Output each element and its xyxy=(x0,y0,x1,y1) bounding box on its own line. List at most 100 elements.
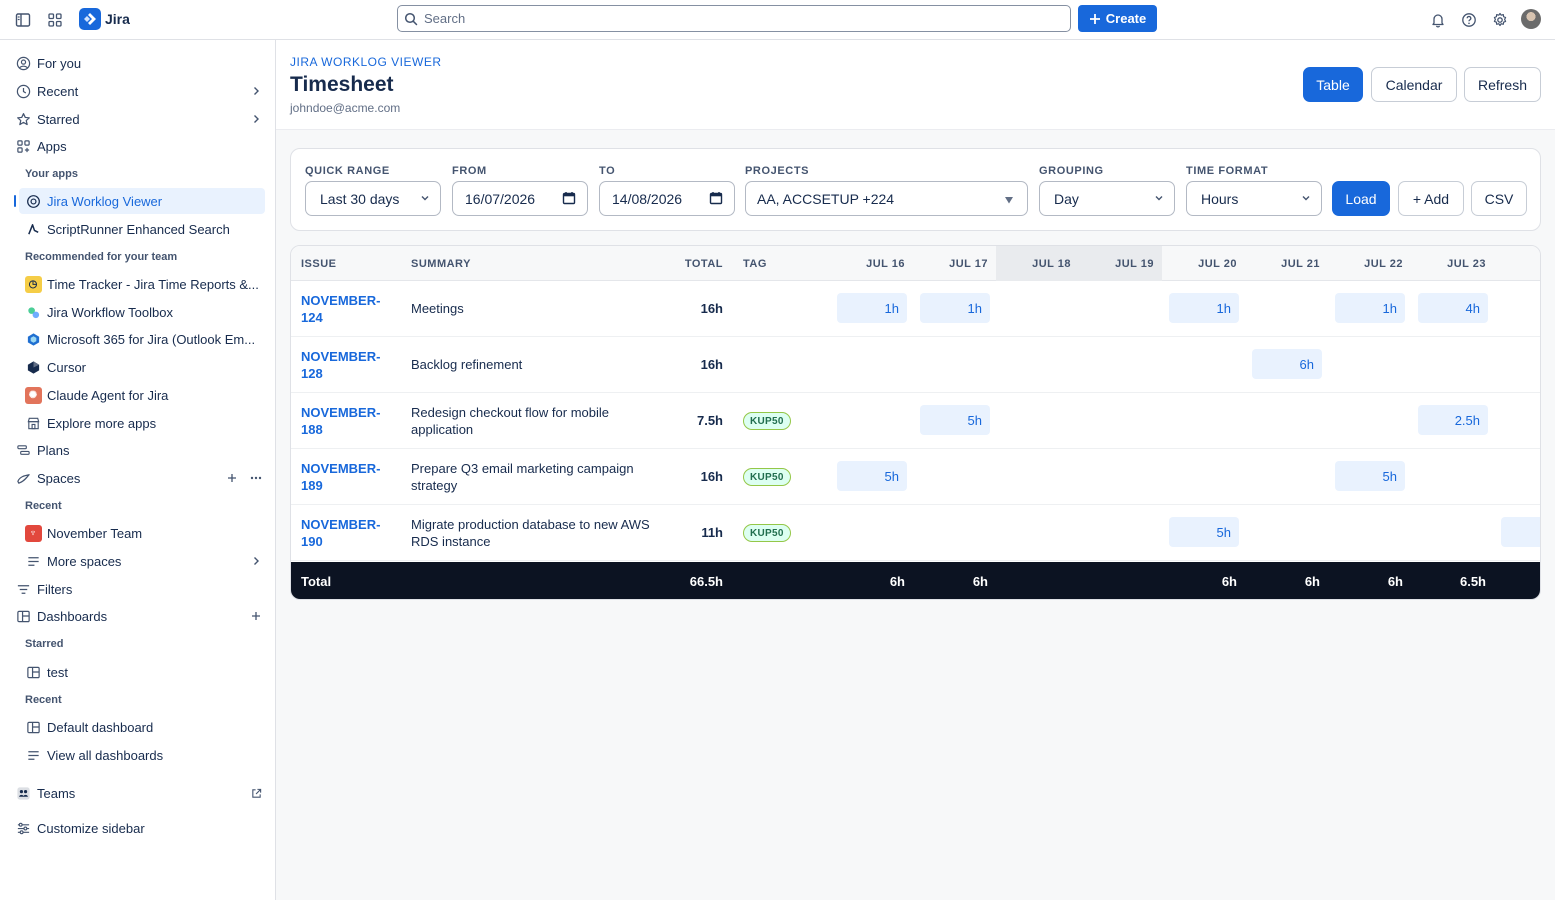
search-box[interactable] xyxy=(397,5,1071,32)
sidebar-item-label: Claude Agent for Jira xyxy=(47,387,169,403)
issue-key-link[interactable]: NOVEMBER- 189 xyxy=(301,460,391,494)
sidebar-item-jira-worklog-viewer[interactable]: Jira Worklog Viewer xyxy=(14,188,265,214)
help-icon[interactable] xyxy=(1458,9,1480,31)
load-button[interactable]: Load xyxy=(1332,181,1390,216)
grouping-select[interactable]: Day xyxy=(1039,181,1175,216)
sidebar-item-microsoft-365[interactable]: Microsoft 365 for Jira (Outlook Em... xyxy=(24,326,265,352)
sidebar-toggle-icon[interactable] xyxy=(12,9,34,31)
chevron-right-icon[interactable] xyxy=(247,552,265,570)
table-row[interactable]: NOVEMBER- 189 Prepare Q3 email marketing c… xyxy=(291,449,1540,505)
app-switcher-icon[interactable] xyxy=(44,9,66,31)
issue-key-link[interactable]: NOVEMBER- 190 xyxy=(301,516,391,550)
worklog-cell[interactable]: 5h xyxy=(920,405,990,435)
add-dashboard-icon[interactable] xyxy=(247,607,265,625)
create-button[interactable]: Create xyxy=(1078,5,1157,32)
cursor-icon xyxy=(24,358,42,376)
issue-total: 11h xyxy=(701,525,723,540)
col-header-day[interactable]: JUL 21 xyxy=(1252,258,1320,270)
sidebar-item-plans[interactable]: Plans xyxy=(14,437,265,463)
worklog-cell[interactable]: 1h xyxy=(1335,293,1405,323)
worklog-cell[interactable]: 2.5h xyxy=(1418,405,1488,435)
user-avatar[interactable] xyxy=(1521,9,1541,29)
worklog-cell[interactable]: 4h xyxy=(1418,293,1488,323)
col-header-total[interactable]: TOTAL xyxy=(651,258,723,270)
col-header-day[interactable]: JUL 22 xyxy=(1335,258,1403,270)
settings-gear-icon[interactable] xyxy=(1489,9,1511,31)
footer-day-total: 6h xyxy=(1221,574,1237,589)
worklog-cell[interactable]: 1h xyxy=(1169,293,1239,323)
col-header-summary[interactable]: SUMMARY xyxy=(411,258,471,270)
add-worklog-button[interactable]: + Add xyxy=(1398,181,1464,216)
projects-select[interactable]: AA, ACCSETUP +224 xyxy=(745,181,1028,216)
calendar-icon[interactable] xyxy=(562,191,576,205)
sidebar-item-spaces[interactable]: Spaces xyxy=(14,465,265,491)
projects-value: AA, ACCSETUP +224 xyxy=(757,190,895,207)
external-link-icon[interactable] xyxy=(247,784,265,802)
sidebar-item-customize[interactable]: Customize sidebar xyxy=(14,815,265,841)
col-header-day[interactable]: JUL 23 xyxy=(1418,258,1486,270)
col-header-day[interactable]: JUL 19 xyxy=(1086,258,1154,270)
worklog-cell-partial[interactable] xyxy=(1501,517,1540,547)
chevron-right-icon[interactable] xyxy=(247,82,265,100)
time-format-select[interactable]: Hours xyxy=(1186,181,1322,216)
table-row[interactable]: NOVEMBER- 124 Meetings 16h 1h 1h 1h 1h 4h xyxy=(291,281,1540,337)
issue-key-link[interactable]: NOVEMBER- 188 xyxy=(301,404,391,438)
worklog-cell[interactable]: 5h xyxy=(1335,461,1405,491)
quick-range-select[interactable]: Last 30 days xyxy=(305,181,441,216)
col-header-issue[interactable]: ISSUE xyxy=(301,258,337,270)
csv-export-button[interactable]: CSV xyxy=(1471,181,1527,216)
worklog-cell[interactable]: 1h xyxy=(837,293,907,323)
issue-key-link[interactable]: NOVEMBER- 124 xyxy=(301,292,391,326)
worklog-cell[interactable]: 5h xyxy=(1169,517,1239,547)
more-options-icon[interactable] xyxy=(247,469,265,487)
caret-down-icon xyxy=(1003,193,1017,207)
sidebar-item-teams[interactable]: Teams xyxy=(14,780,265,806)
sidebar-item-november-team[interactable]: ♆ November Team xyxy=(24,520,265,546)
sidebar-item-dashboards[interactable]: Dashboards xyxy=(14,603,265,629)
chevron-right-icon[interactable] xyxy=(247,110,265,128)
recommended-heading: Recommended for your team xyxy=(25,251,178,263)
worklog-cell[interactable]: 5h xyxy=(837,461,907,491)
col-header-day[interactable]: JUL 17 xyxy=(920,258,988,270)
sidebar-item-for-you[interactable]: For you xyxy=(14,50,265,76)
sidebar-item-dashboard-test[interactable]: test xyxy=(24,659,265,685)
jira-logo-icon[interactable] xyxy=(79,8,101,30)
table-row[interactable]: NOVEMBER- 188 Redesign checkout flow for m… xyxy=(291,393,1540,449)
sidebar-item-scriptrunner[interactable]: ScriptRunner Enhanced Search xyxy=(24,216,265,242)
sidebar-item-apps[interactable]: Apps xyxy=(14,133,265,159)
calendar-icon[interactable] xyxy=(709,191,723,205)
sidebar-item-explore-apps[interactable]: Explore more apps xyxy=(24,410,265,436)
issue-total: 16h xyxy=(700,469,723,484)
table-view-button[interactable]: Table xyxy=(1303,67,1363,102)
search-input[interactable] xyxy=(424,11,1024,26)
worklog-cell[interactable]: 1h xyxy=(920,293,990,323)
from-date-input[interactable]: 16/07/2026 xyxy=(452,181,588,216)
table-row[interactable]: NOVEMBER- 128 Backlog refinement 16h 6h xyxy=(291,337,1540,393)
sidebar-item-claude-agent[interactable]: ✺ Claude Agent for Jira xyxy=(24,382,265,408)
sidebar-item-label: Microsoft 365 for Jira (Outlook Em... xyxy=(47,331,256,347)
sidebar-item-workflow-toolbox[interactable]: Jira Workflow Toolbox xyxy=(24,299,265,325)
sidebar-item-cursor[interactable]: Cursor xyxy=(24,354,265,380)
add-space-icon[interactable] xyxy=(223,469,241,487)
refresh-button[interactable]: Refresh xyxy=(1464,67,1541,102)
sidebar-item-starred[interactable]: Starred xyxy=(14,106,265,132)
table-row[interactable]: NOVEMBER- 190 Migrate production database … xyxy=(291,505,1540,561)
sidebar-item-view-all-dashboards[interactable]: View all dashboards xyxy=(24,742,265,768)
sidebar-item-more-spaces[interactable]: More spaces xyxy=(24,548,265,574)
sidebar-item-recent[interactable]: Recent xyxy=(14,78,265,104)
issue-key-link[interactable]: NOVEMBER- 128 xyxy=(301,348,391,382)
sidebar-item-default-dashboard[interactable]: Default dashboard xyxy=(24,714,265,740)
sidebar-item-time-tracker[interactable]: ◷ Time Tracker - Jira Time Reports &... xyxy=(24,271,265,297)
col-header-tag[interactable]: TAG xyxy=(743,258,767,270)
col-header-day[interactable]: JUL 16 xyxy=(837,258,905,270)
create-label: Create xyxy=(1105,11,1147,26)
col-header-day[interactable]: JUL 20 xyxy=(1169,258,1237,270)
calendar-view-button[interactable]: Calendar xyxy=(1371,67,1457,102)
notifications-icon[interactable] xyxy=(1427,9,1449,31)
quick-range-value: Last 30 days xyxy=(320,190,400,207)
to-date-input[interactable]: 14/08/2026 xyxy=(599,181,735,216)
sidebar-item-filters[interactable]: Filters xyxy=(14,576,265,602)
worklog-cell[interactable]: 6h xyxy=(1252,349,1322,379)
col-header-day[interactable]: JUL 18 xyxy=(1003,258,1071,270)
brand-name[interactable]: Jira xyxy=(105,11,130,27)
